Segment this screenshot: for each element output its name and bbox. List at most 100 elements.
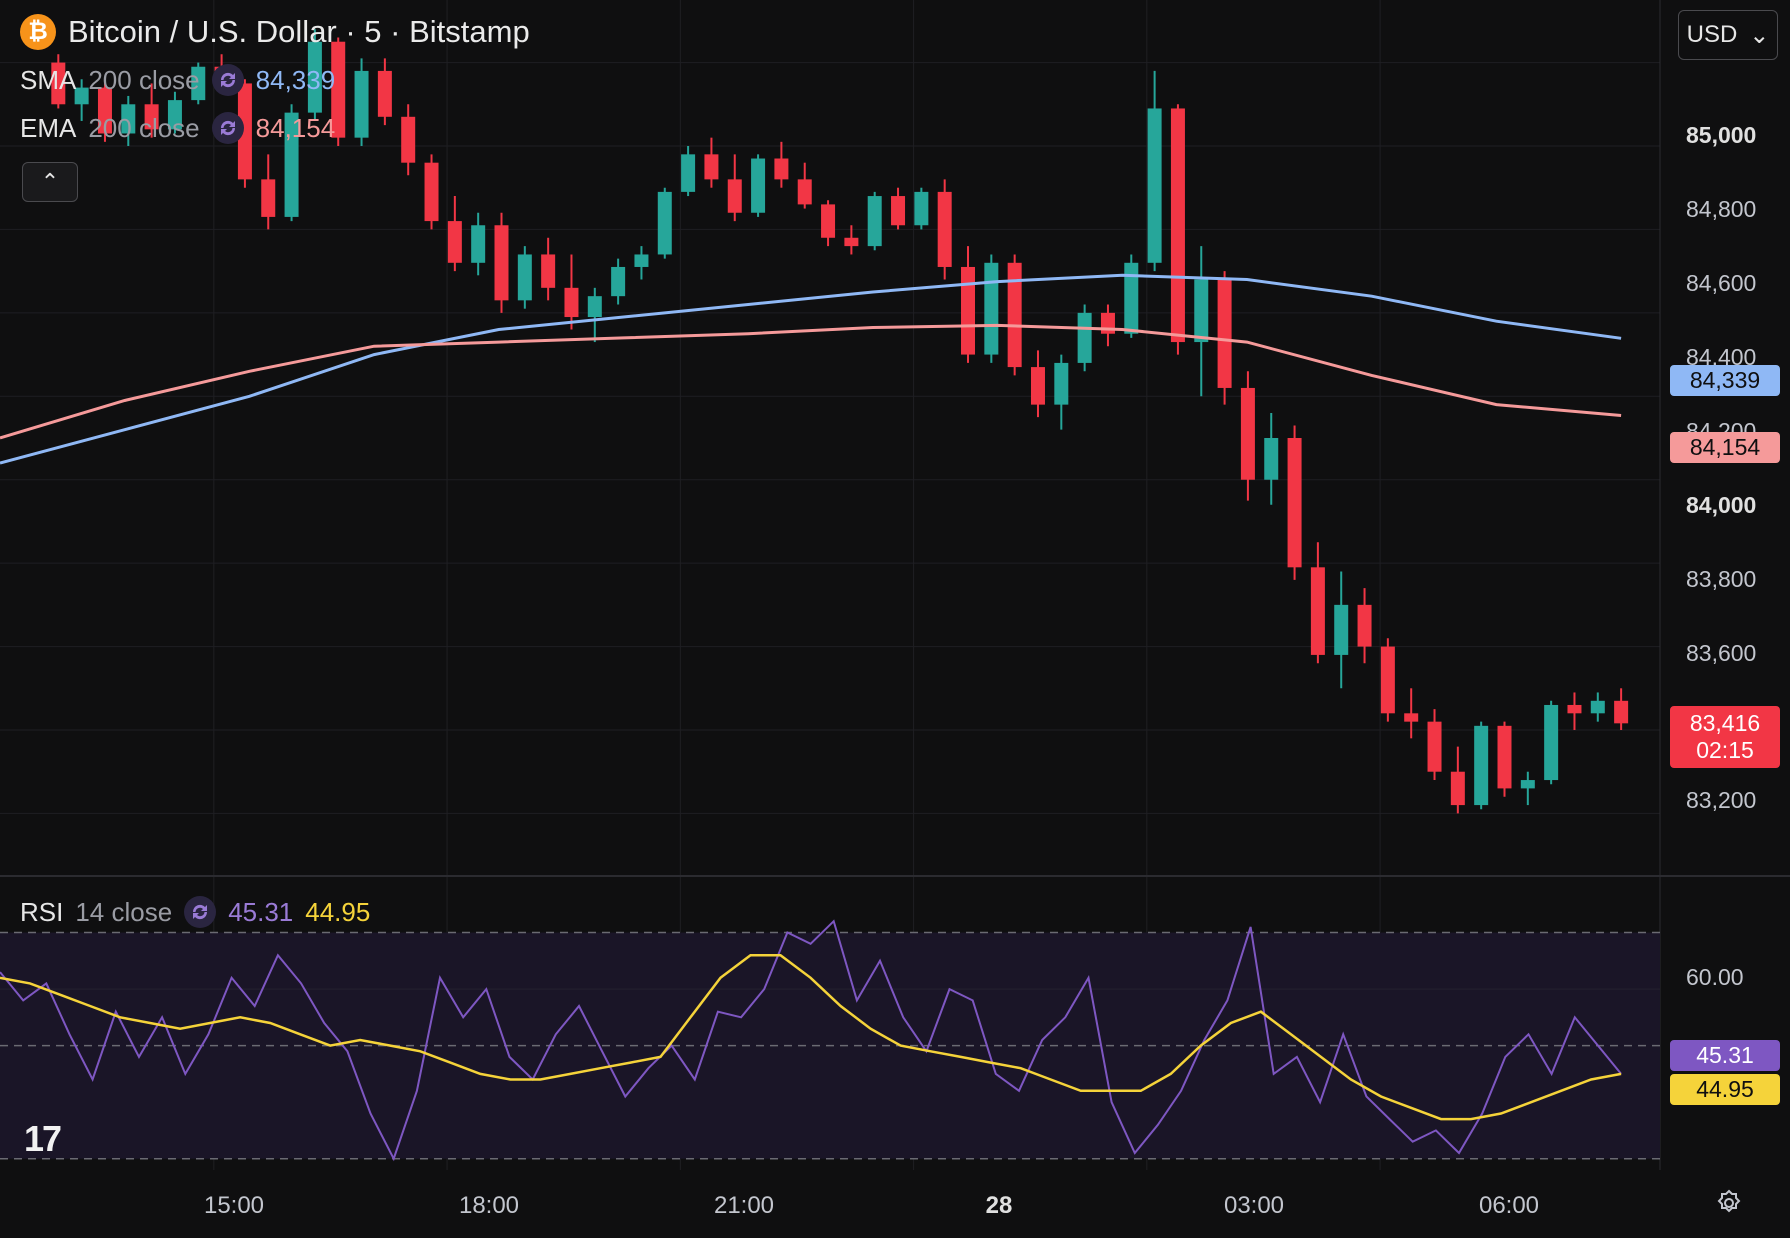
candle-body [1334, 604, 1349, 655]
bar-countdown: 02:15 [1696, 737, 1754, 763]
time-label-2100: 21:00 [713, 1192, 775, 1219]
rsi-ma-price-tag: 44.95 [1670, 1074, 1780, 1105]
sma-name: SMA [20, 64, 77, 95]
candle-body [564, 287, 579, 318]
candle-body [424, 162, 439, 222]
candle-body [1030, 367, 1045, 405]
candle-body [821, 204, 836, 238]
candle-body [657, 191, 672, 255]
candle-body [961, 266, 976, 355]
refresh-icon[interactable] [211, 112, 244, 144]
price-label-83800: 83,800 [1686, 566, 1757, 592]
candle-body [1357, 604, 1372, 647]
refresh-icon[interactable] [184, 896, 217, 928]
rsi-params: 14 close [75, 896, 173, 927]
candle-body [1007, 262, 1022, 368]
candle-body [517, 254, 532, 301]
ema-params: 200 close [88, 112, 200, 143]
ema-price-tag: 84,154 [1670, 432, 1780, 463]
rsi-ma-value: 44.95 [305, 896, 371, 927]
candle-body [1450, 771, 1465, 806]
candle-body [1194, 279, 1209, 343]
tradingview-logo-icon[interactable]: 17 [24, 1118, 62, 1160]
candle-body [1170, 108, 1185, 343]
chart-canvas[interactable] [0, 0, 1790, 1238]
candle-body [937, 191, 952, 267]
rsi-name: RSI [20, 896, 64, 927]
candle-body [1217, 279, 1232, 388]
candle-body [1240, 387, 1255, 480]
collapse-legend-button[interactable]: ⌃ [22, 162, 78, 202]
rsi-axis-label-60: 60.00 [1686, 964, 1744, 990]
candle-body [401, 116, 416, 163]
candle-body [1544, 704, 1559, 781]
time-label-0600: 06:00 [1478, 1192, 1540, 1219]
candle-body [1474, 725, 1489, 806]
price-label-84800: 84,800 [1686, 196, 1757, 222]
candle-body [1147, 108, 1162, 263]
chevron-up-icon: ⌃ [40, 169, 60, 194]
candle-body [867, 196, 882, 247]
last-price-tag: 83,416 02:15 [1670, 706, 1780, 768]
candle-body [447, 221, 462, 263]
candle-body [494, 225, 509, 301]
candle-body [704, 154, 719, 180]
sma-legend[interactable]: SMA 200 close 84,339 [20, 64, 335, 96]
candle-body [471, 225, 486, 263]
candle-body [727, 179, 742, 213]
sma-value: 84,339 [255, 64, 336, 95]
candle-body [774, 158, 789, 180]
candle-body [354, 70, 369, 138]
price-label-84000: 84,000 [1686, 492, 1757, 518]
price-label-83600: 83,600 [1686, 640, 1757, 666]
sma-params: 200 close [88, 64, 200, 95]
chart-stage: ₿ Bitcoin / U.S. Dollar · 5 · Bitstamp U… [0, 0, 1790, 1238]
bitcoin-icon: ₿ [20, 14, 56, 50]
candle-body [1310, 567, 1325, 655]
rsi-price-tag: 45.31 [1670, 1040, 1780, 1071]
candle-body [377, 70, 392, 117]
candle-body [587, 296, 602, 318]
currency-selector[interactable]: USD ⌄ [1678, 10, 1778, 60]
candle-body [1264, 438, 1279, 480]
rsi-legend[interactable]: RSI 14 close 45.31 44.95 [20, 896, 370, 928]
candle-body [541, 254, 556, 288]
price-label-84600: 84,600 [1686, 270, 1757, 296]
candle-body [1054, 362, 1069, 405]
symbol-title-text: Bitcoin / U.S. Dollar · 5 · Bitstamp [68, 14, 530, 49]
candle-body [261, 179, 276, 217]
candle-body [914, 191, 929, 226]
time-label-1500: 15:00 [203, 1192, 265, 1219]
candle-body [984, 262, 999, 355]
candle-body [1427, 721, 1442, 772]
refresh-icon[interactable] [211, 64, 244, 96]
time-label-0300: 03:00 [1223, 1192, 1285, 1219]
rsi-value: 45.31 [228, 896, 294, 927]
price-label-85000: 85,000 [1686, 122, 1757, 148]
time-label-1800: 18:00 [458, 1192, 520, 1219]
candle-body [751, 158, 766, 213]
currency-label: USD [1686, 21, 1738, 48]
ema-value: 84,154 [255, 112, 336, 143]
ema-name: EMA [20, 112, 77, 143]
candle-body [797, 179, 812, 205]
symbol-title[interactable]: ₿ Bitcoin / U.S. Dollar · 5 · Bitstamp [20, 14, 530, 50]
candle-body [1380, 646, 1395, 714]
candle-body [1567, 704, 1582, 714]
settings-gear-icon[interactable] [1714, 1188, 1744, 1223]
price-label-83200: 83,200 [1686, 787, 1757, 813]
candle-body [891, 196, 906, 226]
ema-legend[interactable]: EMA 200 close 84,154 [20, 112, 335, 144]
candle-body [844, 237, 859, 247]
candle-body [1404, 713, 1419, 722]
candle-body [681, 154, 696, 192]
candle-body [1520, 780, 1535, 789]
candle-body [611, 266, 626, 297]
last-price-value: 83,416 [1689, 710, 1761, 736]
chevron-down-icon: ⌄ [1749, 21, 1770, 49]
candle-body [1287, 438, 1302, 568]
candle-body [634, 254, 649, 267]
time-label-day-28: 28 [985, 1192, 1013, 1219]
candle-body [1497, 725, 1512, 789]
candle-body [1590, 700, 1605, 714]
